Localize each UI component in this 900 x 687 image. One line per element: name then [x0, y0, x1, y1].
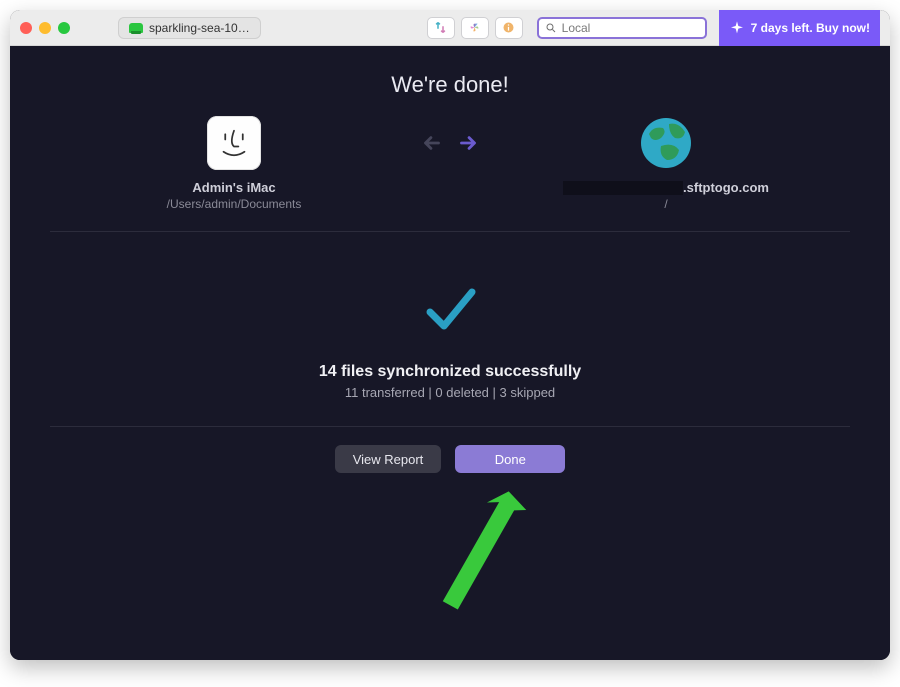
maximize-window-button[interactable]: [58, 22, 70, 34]
close-window-button[interactable]: [20, 22, 32, 34]
finder-icon: [207, 116, 261, 170]
status-main: 14 files synchronized successfully: [10, 363, 890, 381]
page-title: We're done!: [10, 46, 890, 98]
done-button[interactable]: Done: [455, 445, 565, 473]
local-name: Admin's iMac: [104, 180, 364, 195]
body: We're done! Admin's iMac /Users/admin/Do…: [10, 46, 890, 660]
local-endpoint: Admin's iMac /Users/admin/Documents: [104, 116, 364, 211]
action-row: View Report Done: [10, 445, 890, 473]
trial-banner[interactable]: 7 days left. Buy now!: [719, 10, 880, 46]
sync-arrows-icon: [433, 20, 448, 35]
globe-icon: [639, 116, 693, 170]
sparkle-icon: [729, 20, 745, 36]
local-path: /Users/admin/Documents: [104, 197, 364, 211]
search-placeholder: Local: [562, 21, 591, 35]
remote-name-row: .sftptogo.com: [536, 180, 796, 195]
search-icon: [545, 22, 557, 34]
connection-chip-icon: [129, 23, 143, 33]
view-report-button[interactable]: View Report: [335, 445, 442, 473]
status-sub: 11 transferred | 0 deleted | 3 skipped: [10, 385, 890, 400]
connection-tab[interactable]: sparkling-sea-10…: [118, 17, 261, 39]
direction-arrows: [419, 130, 481, 156]
sync-button[interactable]: [427, 17, 455, 39]
divider: [50, 231, 850, 232]
status-block: 14 files synchronized successfully 11 tr…: [10, 276, 890, 400]
arrow-left-icon: [419, 130, 445, 156]
arrow-right-icon: [455, 130, 481, 156]
minimize-window-button[interactable]: [39, 22, 51, 34]
redacted-hostname: [563, 181, 683, 195]
check-icon: [10, 276, 890, 345]
pinwheel-icon: [467, 20, 482, 35]
remote-name-suffix: .sftptogo.com: [683, 180, 769, 195]
divider: [50, 426, 850, 427]
activity-button[interactable]: [461, 17, 489, 39]
tab-label: sparkling-sea-10…: [149, 21, 250, 35]
annotation-arrow: [410, 482, 550, 627]
remote-path: /: [536, 197, 796, 211]
search-input[interactable]: Local: [537, 17, 707, 39]
endpoints-row: Admin's iMac /Users/admin/Documents: [10, 116, 890, 211]
trial-text: 7 days left. Buy now!: [751, 21, 870, 35]
info-icon: [501, 20, 516, 35]
titlebar: sparkling-sea-10…: [10, 10, 890, 46]
app-window: sparkling-sea-10…: [10, 10, 890, 660]
window-controls: [20, 22, 70, 34]
info-button[interactable]: [495, 17, 523, 39]
toolbar-buttons: [427, 17, 523, 39]
remote-endpoint: .sftptogo.com /: [536, 116, 796, 211]
